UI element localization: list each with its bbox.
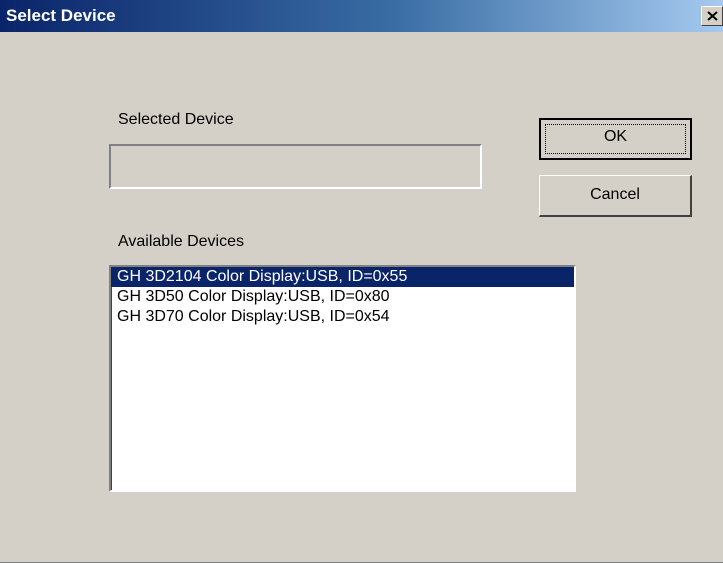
cancel-button[interactable]: Cancel <box>539 175 692 217</box>
ok-button-label: OK <box>603 128 628 145</box>
selected-device-label: Selected Device <box>118 111 234 128</box>
device-list-item[interactable]: GH 3D2104 Color Display:USB, ID=0x55 <box>111 267 574 287</box>
close-x-icon <box>707 11 718 21</box>
available-devices-label: Available Devices <box>118 233 244 250</box>
ok-button[interactable]: OK <box>539 118 692 160</box>
cancel-button-label: Cancel <box>590 186 640 203</box>
title-bar[interactable]: Select Device <box>0 0 723 32</box>
device-list-item[interactable]: GH 3D50 Color Display:USB, ID=0x80 <box>111 287 574 307</box>
selected-device-field[interactable] <box>109 144 482 189</box>
selected-device-input[interactable] <box>111 146 480 187</box>
close-button[interactable] <box>701 6 723 26</box>
window-title: Select Device <box>6 6 116 25</box>
select-device-dialog: Select Device Selected Device OK Cancel … <box>0 0 723 563</box>
available-devices-list[interactable]: GH 3D2104 Color Display:USB, ID=0x55 GH 3… <box>109 265 576 492</box>
device-list-item[interactable]: GH 3D70 Color Display:USB, ID=0x54 <box>111 307 574 327</box>
